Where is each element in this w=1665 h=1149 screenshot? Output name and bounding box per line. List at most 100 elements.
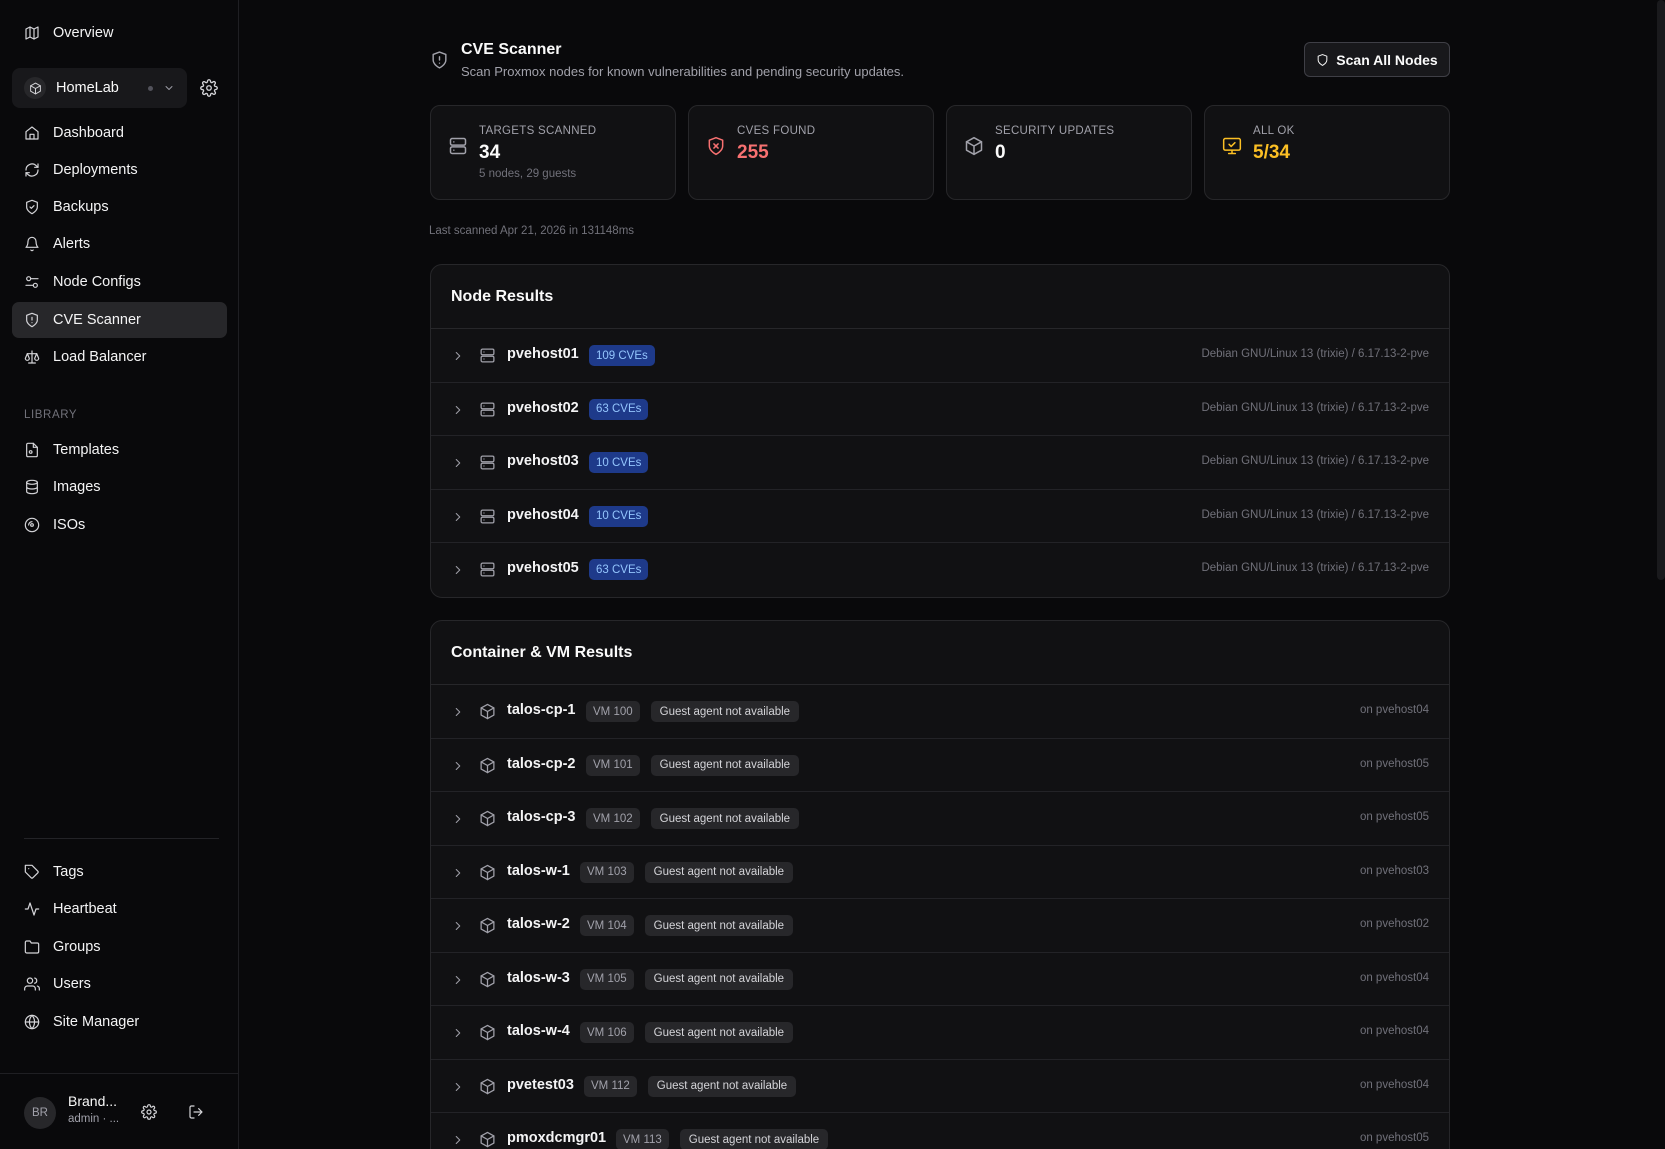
chevron-right-icon[interactable]	[451, 973, 465, 987]
cube-icon	[479, 1078, 496, 1095]
chevron-right-icon[interactable]	[451, 1026, 465, 1040]
sliders-icon	[24, 274, 40, 290]
nav-users[interactable]: Users	[12, 966, 227, 1002]
refresh-icon	[24, 162, 40, 178]
chevron-right-icon[interactable]	[451, 759, 465, 773]
scan-all-nodes-label: Scan All Nodes	[1336, 51, 1438, 68]
chevron-right-icon[interactable]	[451, 812, 465, 826]
workspace-settings-gear-icon[interactable]	[200, 79, 218, 97]
guest-row[interactable]: talos-cp-3 VM 102 Guest agent not availabl…	[431, 792, 1449, 846]
node-row[interactable]: pvehost03 10 CVEs Debian GNU/Linux 13 (tri…	[431, 436, 1449, 490]
cve-count-badge: 10 CVEs	[589, 452, 649, 473]
stat-card-cves: CVES FOUND 255	[688, 105, 934, 200]
cube-icon	[479, 810, 496, 827]
node-row[interactable]: pvehost02 63 CVEs Debian GNU/Linux 13 (tri…	[431, 383, 1449, 436]
stat-card-all-ok: ALL OK 5/34	[1204, 105, 1450, 200]
chevron-right-icon[interactable]	[451, 510, 465, 524]
chevron-right-icon[interactable]	[451, 349, 465, 363]
avatar[interactable]: BR	[24, 1097, 56, 1129]
stat-label: SECURITY UPDATES	[995, 125, 1115, 137]
nav-templates[interactable]: Templates	[12, 432, 227, 468]
guest-name: talos-w-4	[507, 1023, 570, 1039]
guest-row[interactable]: talos-cp-2 VM 101 Guest agent not availabl…	[431, 739, 1449, 792]
nav-isos[interactable]: ISOs	[12, 507, 227, 543]
guest-row[interactable]: talos-w-3 VM 105 Guest agent not available…	[431, 953, 1449, 1006]
guest-row[interactable]: pvetest03 VM 112 Guest agent not available…	[431, 1060, 1449, 1113]
guest-row[interactable]: pmoxdcmgr01 VM 113 Guest agent not availab…	[431, 1113, 1449, 1149]
chevron-right-icon[interactable]	[451, 866, 465, 880]
status-dot	[148, 85, 153, 91]
server-icon	[479, 561, 496, 578]
nav-heartbeat[interactable]: Heartbeat	[12, 891, 227, 927]
guest-host-info: on pvehost04	[1359, 1078, 1429, 1091]
nav-images[interactable]: Images	[12, 469, 227, 505]
nav-dashboard[interactable]: Dashboard	[12, 115, 227, 151]
node-name: pvehost05	[507, 560, 579, 576]
guest-host-info: on pvehost05	[1359, 1132, 1429, 1144]
guest-host-info: on pvehost05	[1359, 811, 1429, 823]
nav-load-balancer[interactable]: Load Balancer	[12, 339, 227, 375]
server-icon	[479, 347, 496, 364]
home-icon	[24, 125, 40, 141]
nav-cve-scanner[interactable]: CVE Scanner	[12, 302, 227, 338]
nav-node-configs[interactable]: Node Configs	[12, 264, 227, 300]
server-icon	[479, 454, 496, 471]
guest-agent-status-badge: Guest agent not available	[679, 1129, 829, 1149]
node-os-info: Debian GNU/Linux 13 (trixie) / 6.17.13-2…	[1201, 348, 1429, 360]
guest-tags: VM 112 Guest agent not available	[584, 1075, 797, 1097]
nav-label: Site Manager	[53, 1014, 140, 1030]
chevron-right-icon[interactable]	[451, 705, 465, 719]
nav-tags[interactable]: Tags	[12, 854, 227, 890]
scan-all-nodes-button[interactable]: Scan All Nodes	[1304, 42, 1450, 77]
nav-site-manager[interactable]: Site Manager	[12, 1004, 227, 1040]
nav-label: Dashboard	[53, 125, 124, 141]
chevron-right-icon[interactable]	[451, 1080, 465, 1094]
guest-agent-status-badge: Guest agent not available	[644, 861, 794, 883]
guest-tags: VM 105 Guest agent not available	[580, 968, 794, 990]
chevron-right-icon[interactable]	[451, 403, 465, 417]
cve-count-badge: 63 CVEs	[589, 398, 649, 420]
logout-icon[interactable]	[188, 1104, 204, 1120]
cube-icon	[479, 757, 496, 774]
chevron-right-icon[interactable]	[451, 919, 465, 933]
scrollbar[interactable]	[1657, 0, 1665, 580]
cve-count-badge: 10 CVEs	[589, 505, 649, 527]
guest-row[interactable]: talos-w-1 VM 103 Guest agent not available…	[431, 846, 1449, 899]
nav-label: CVE Scanner	[53, 312, 141, 328]
guest-row[interactable]: talos-cp-1 VM 100 Guest agent not availabl…	[431, 685, 1449, 739]
guest-host-info: on pvehost02	[1359, 918, 1429, 930]
node-tags: 63 CVEs	[589, 398, 649, 420]
chevron-right-icon[interactable]	[451, 563, 465, 577]
nav-alerts[interactable]: Alerts	[12, 226, 227, 262]
scale-icon	[24, 349, 40, 365]
node-row[interactable]: pvehost05 63 CVEs Debian GNU/Linux 13 (tri…	[431, 543, 1449, 597]
nav-label: Heartbeat	[53, 901, 117, 917]
guest-tags: VM 113 Guest agent not available	[616, 1129, 829, 1149]
workspace-switcher[interactable]: HomeLab	[12, 68, 187, 108]
node-row[interactable]: pvehost04 10 CVEs Debian GNU/Linux 13 (tri…	[431, 490, 1449, 543]
package-icon	[964, 136, 984, 156]
nav-label: Users	[53, 976, 91, 992]
guest-row[interactable]: talos-w-4 VM 106 Guest agent not available…	[431, 1006, 1449, 1060]
node-name: pvehost03	[507, 453, 579, 469]
user-settings-gear-icon[interactable]	[141, 1104, 157, 1120]
globe-icon	[24, 1014, 40, 1030]
guest-tags: VM 100 Guest agent not available	[586, 701, 800, 722]
nav-groups[interactable]: Groups	[12, 929, 227, 965]
chevron-right-icon[interactable]	[451, 456, 465, 470]
library-section-label: LIBRARY	[24, 409, 78, 421]
nav-overview[interactable]: Overview	[12, 15, 227, 51]
sidebar: Overview HomeLab Dashboard Deployments B…	[0, 0, 239, 1149]
guest-agent-status-badge: Guest agent not available	[644, 1022, 794, 1043]
nav-deployments[interactable]: Deployments	[12, 152, 227, 188]
nav-backups[interactable]: Backups	[12, 189, 227, 225]
node-row[interactable]: pvehost01 109 CVEs Debian GNU/Linux 13 (tr…	[431, 329, 1449, 383]
guest-tags: VM 104 Guest agent not available	[580, 915, 794, 936]
nav-label: Templates	[53, 442, 120, 458]
guest-name: pmoxdcmgr01	[507, 1130, 607, 1146]
chevron-right-icon[interactable]	[451, 1133, 465, 1147]
guest-row[interactable]: talos-w-2 VM 104 Guest agent not available…	[431, 899, 1449, 953]
nav-label: Alerts	[53, 236, 91, 252]
shield-alert-icon	[430, 50, 449, 70]
guest-agent-status-badge: Guest agent not available	[650, 808, 800, 829]
